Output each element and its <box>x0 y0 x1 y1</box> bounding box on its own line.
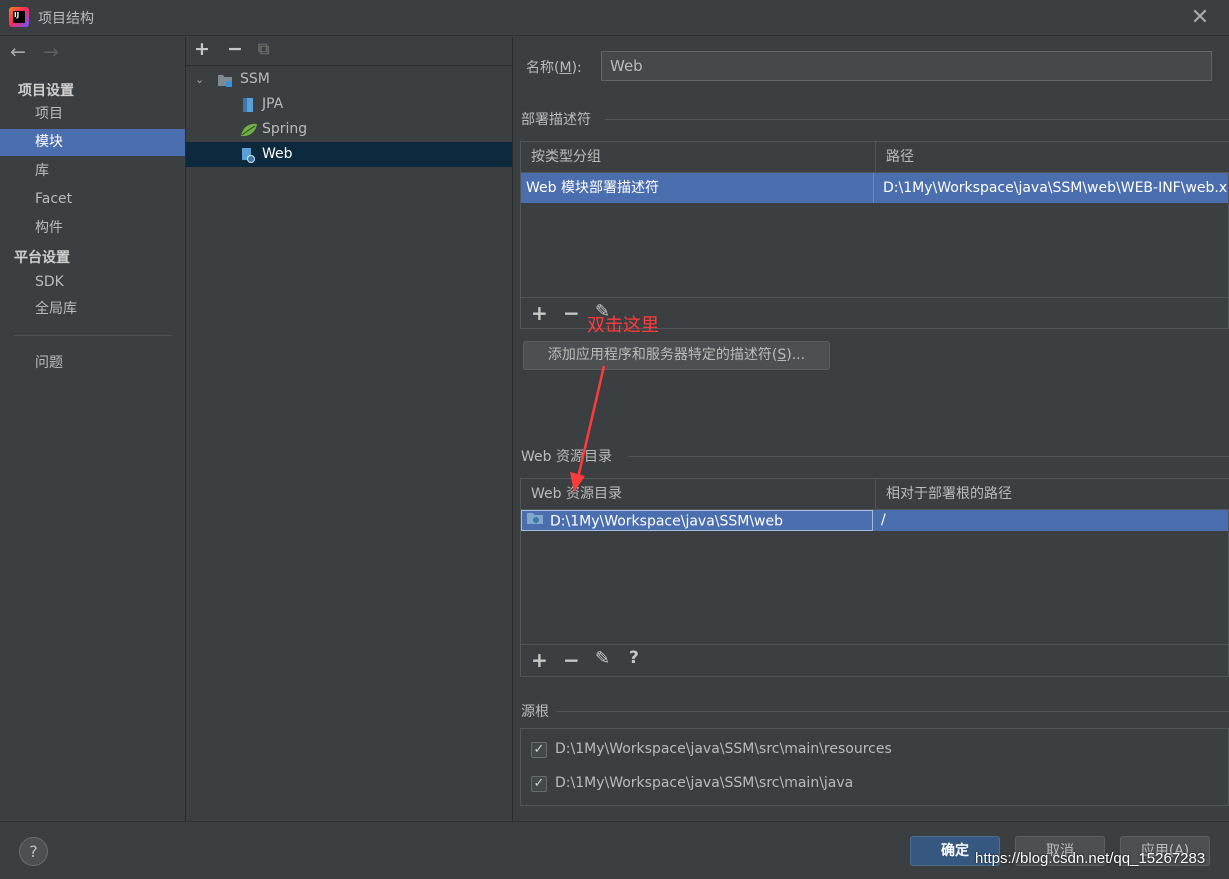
edit-pencil-icon[interactable]: ✎ <box>595 648 610 669</box>
remove-icon[interactable]: − <box>227 39 243 59</box>
sidebar-item-facets[interactable]: Facet <box>0 186 185 213</box>
source-root-checkbox[interactable]: ✓ <box>531 742 547 758</box>
close-icon[interactable]: ✕ <box>1186 4 1214 32</box>
copy-icon[interactable]: ⧉ <box>258 39 269 59</box>
tree-toolbar-divider <box>186 65 512 66</box>
tree-node-spring[interactable]: Spring <box>186 117 512 142</box>
platform-settings-header: 平台设置 <box>14 250 70 266</box>
spring-leaf-icon <box>240 122 257 138</box>
table-row[interactable]: Web 模块部署描述符 D:\1My\Workspace\java\SSM\we… <box>521 173 1228 203</box>
module-settings-panel: 名称(M): Web 部署描述符 按类型分组 路径 Web 模块部署描述符 D:… <box>513 37 1229 821</box>
project-settings-header: 项目设置 <box>18 83 74 99</box>
web-folder-icon <box>526 511 544 530</box>
descriptor-type-cell: Web 模块部署描述符 <box>521 173 874 203</box>
column-header-relative-path[interactable]: 相对于部署根的路径 <box>875 479 1229 510</box>
column-header-path[interactable]: 路径 <box>875 142 1229 173</box>
annotation-arrow-icon <box>570 365 606 492</box>
annotation-text: 双击这里 <box>587 315 659 336</box>
jpa-facet-icon <box>240 97 256 113</box>
window-title: 项目结构 <box>38 11 94 27</box>
add-icon[interactable]: + <box>531 648 548 672</box>
sidebar-divider <box>14 335 172 336</box>
web-resource-table-toolbar: + − ✎ ? <box>520 645 1229 677</box>
intellij-app-icon: IJ <box>9 7 29 27</box>
name-label: 名称(M): <box>526 60 582 76</box>
source-roots-list: ✓ D:\1My\Workspace\java\SSM\src\main\res… <box>520 728 1229 806</box>
tree-node-jpa[interactable]: JPA <box>186 92 512 117</box>
forward-arrow-icon[interactable]: → <box>43 41 59 63</box>
sidebar-item-sdks[interactable]: SDK <box>0 269 185 296</box>
watermark: https://blog.csdn.net/qq_15267283 <box>975 850 1206 867</box>
help-button[interactable]: ? <box>19 837 48 866</box>
module-folder-icon <box>217 72 233 88</box>
section-divider <box>628 456 1229 457</box>
descriptor-path-cell: D:\1My\Workspace\java\SSM\web\WEB-INF\we… <box>883 180 1228 196</box>
module-tree-panel: + − ⧉ ⌄ SSM JPA Spring Web <box>186 37 513 821</box>
add-icon[interactable]: + <box>194 39 210 59</box>
sidebar-item-libraries[interactable]: 库 <box>0 158 185 185</box>
section-divider <box>605 119 1229 120</box>
source-root-path: D:\1My\Workspace\java\SSM\src\main\java <box>555 775 854 791</box>
source-roots-title: 源根 <box>521 704 549 720</box>
sidebar-item-project[interactable]: 项目 <box>0 101 185 128</box>
sidebar-item-artifacts[interactable]: 构件 <box>0 215 185 242</box>
remove-icon[interactable]: − <box>563 648 580 672</box>
web-resource-dir-cell[interactable]: D:\1My\Workspace\java\SSM\web <box>521 510 873 531</box>
help-icon[interactable]: ? <box>629 648 639 668</box>
remove-icon[interactable]: − <box>563 301 580 325</box>
deployment-descriptors-table: 按类型分组 路径 Web 模块部署描述符 D:\1My\Workspace\ja… <box>520 141 1229 298</box>
title-bar: IJ 项目结构 ✕ <box>0 0 1229 36</box>
list-item[interactable]: ✓ D:\1My\Workspace\java\SSM\src\main\jav… <box>531 773 1221 797</box>
sidebar-item-problems[interactable]: 问题 <box>0 350 185 377</box>
list-item[interactable]: ✓ D:\1My\Workspace\java\SSM\src\main\res… <box>531 739 1221 763</box>
tree-node-ssm[interactable]: ⌄ SSM <box>186 67 512 92</box>
name-input[interactable]: Web <box>601 51 1212 81</box>
source-root-path: D:\1My\Workspace\java\SSM\src\main\resou… <box>555 741 892 757</box>
column-header-type[interactable]: 按类型分组 <box>521 142 875 173</box>
back-arrow-icon[interactable]: ← <box>10 41 26 63</box>
sidebar-item-global-libraries[interactable]: 全局库 <box>0 296 185 323</box>
sidebar-item-modules[interactable]: 模块 <box>0 129 185 156</box>
settings-sidebar: ← → 项目设置 项目 模块 库 Facet 构件 平台设置 SDK 全局库 问… <box>0 37 186 821</box>
add-icon[interactable]: + <box>531 301 548 325</box>
section-divider <box>556 711 1229 712</box>
source-root-checkbox[interactable]: ✓ <box>531 776 547 792</box>
deployment-descriptors-title: 部署描述符 <box>521 112 591 128</box>
dialog-footer: ? 确定 取消 应用(A) https://blog.csdn.net/qq_1… <box>0 821 1229 879</box>
tree-node-web[interactable]: Web <box>186 142 512 167</box>
table-row[interactable]: D:\1My\Workspace\java\SSM\web / <box>521 510 1228 531</box>
relative-path-cell: / <box>881 512 886 528</box>
web-facet-icon <box>240 147 256 163</box>
web-resource-directories-table: Web 资源目录 相对于部署根的路径 D:\1My\Workspace\java… <box>520 478 1229 645</box>
chevron-down-icon[interactable]: ⌄ <box>195 67 204 92</box>
